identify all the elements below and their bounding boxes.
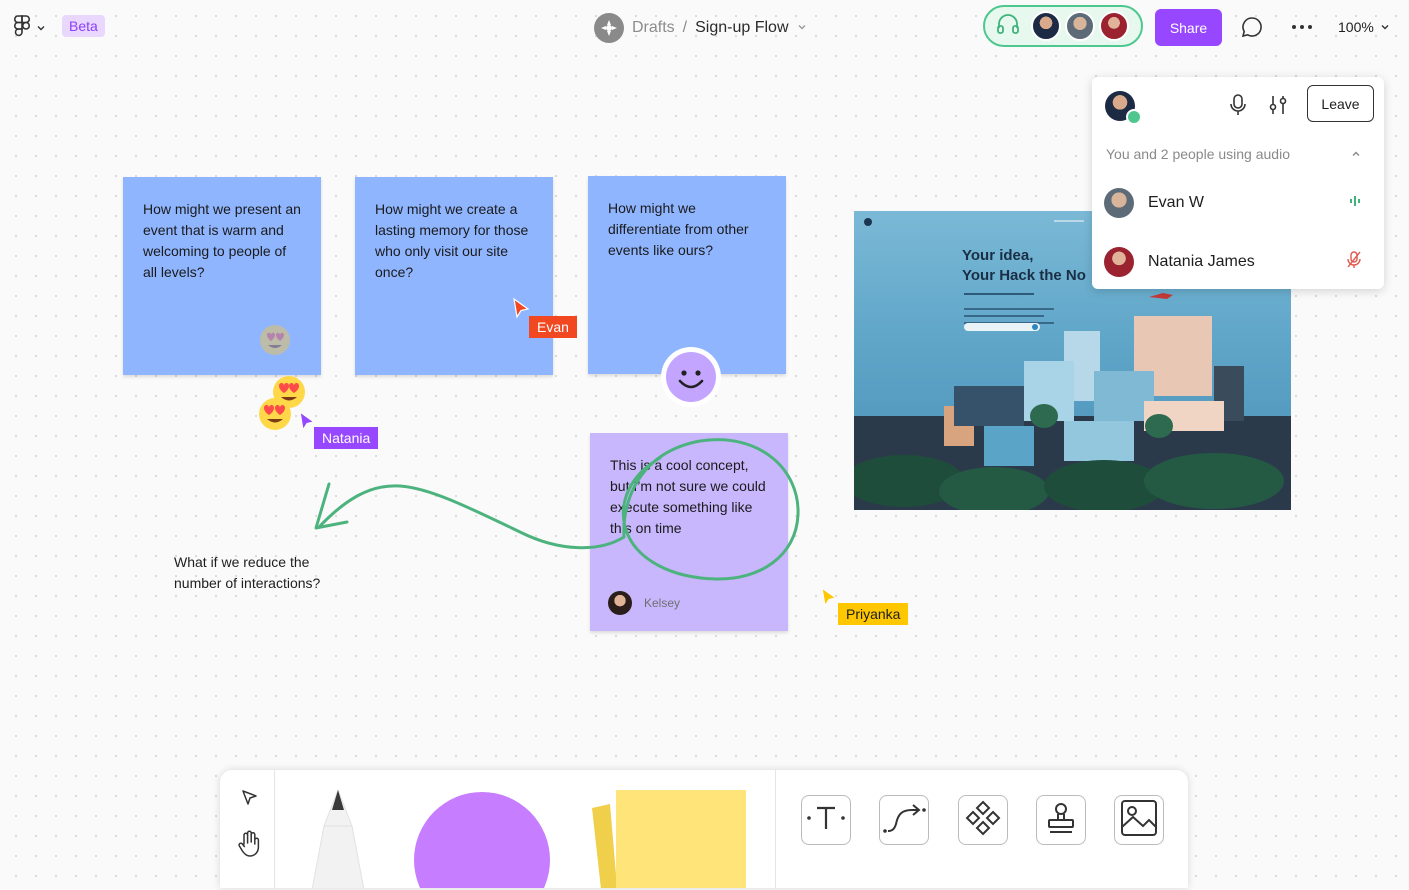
microphone-icon[interactable] <box>1228 93 1248 122</box>
bottom-toolbar <box>220 770 1188 888</box>
mockup-headline-line: Your idea, <box>962 247 1034 264</box>
audio-session-pill[interactable] <box>983 5 1143 47</box>
avatar[interactable] <box>1031 11 1061 41</box>
chevron-down-icon <box>1380 19 1390 35</box>
more-icon[interactable] <box>1290 15 1314 44</box>
comment-sticky-note[interactable]: This is a cool concept, but I’m not sure… <box>590 433 788 631</box>
avatar[interactable] <box>1099 11 1129 41</box>
comment-author: Kelsey <box>644 595 681 610</box>
mic-off-icon <box>1346 250 1362 274</box>
image-tool-button[interactable] <box>1114 795 1164 845</box>
smiley-stamp-icon <box>659 345 723 414</box>
file-name[interactable]: Sign-up Flow <box>695 19 788 37</box>
chevron-down-icon <box>36 20 46 38</box>
cursor-label-evan: Evan <box>529 316 577 338</box>
component-icon <box>963 798 1003 843</box>
sticky-note-icon[interactable] <box>588 788 758 888</box>
sticky-note[interactable]: How might we create a lasting memory for… <box>355 177 553 375</box>
audio-summary: You and 2 people using audio <box>1106 146 1290 162</box>
text-tool-button[interactable] <box>801 795 851 845</box>
chevron-down-icon[interactable] <box>797 19 807 37</box>
team-logo-icon <box>594 13 624 43</box>
stamp-tool-button[interactable] <box>1036 795 1086 845</box>
hand-icon[interactable] <box>236 830 262 863</box>
mockup-headline-line: Your Hack the No <box>962 267 1086 284</box>
beta-badge: Beta <box>62 15 105 37</box>
avatar <box>608 591 632 615</box>
cursor-label-priyanka: Priyanka <box>838 603 909 625</box>
figma-menu-icon <box>12 14 32 43</box>
component-tool-button[interactable] <box>958 795 1008 845</box>
mockup-headline: Your idea, Your Hack the No <box>962 246 1086 286</box>
leave-audio-button[interactable]: Leave <box>1307 85 1374 122</box>
sticky-text: How might we differentiate from other ev… <box>608 200 749 258</box>
heart-eyes-emoji-icon <box>257 321 293 362</box>
participant-row[interactable]: Natania James <box>1104 242 1372 282</box>
headphones-icon <box>995 12 1021 41</box>
breadcrumb-drafts[interactable]: Drafts <box>632 19 675 37</box>
audio-wave-icon <box>1348 194 1362 213</box>
breadcrumb: Drafts / Sign-up Flow <box>594 13 807 43</box>
zoom-dropdown[interactable]: 100% <box>1338 19 1390 35</box>
comment-icon[interactable] <box>1240 15 1264 44</box>
share-button[interactable]: Share <box>1155 9 1222 46</box>
main-menu-button[interactable] <box>12 14 46 43</box>
cursor-label-natania: Natania <box>314 427 379 449</box>
connector-icon <box>882 798 926 843</box>
audio-panel: Leave You and 2 people using audio Evan … <box>1092 77 1384 289</box>
participant-row[interactable]: Evan W <box>1104 183 1372 223</box>
sliders-icon[interactable] <box>1268 93 1288 122</box>
sticky-text: How might we create a lasting memory for… <box>375 201 529 280</box>
breadcrumb-separator: / <box>682 19 688 36</box>
connector-tool-button[interactable] <box>879 795 929 845</box>
text-icon <box>806 798 846 843</box>
cursor-arrow-icon <box>820 586 840 615</box>
shape-icon[interactable] <box>412 790 552 888</box>
chevron-up-icon[interactable] <box>1350 147 1362 165</box>
stamp-icon <box>1041 798 1081 843</box>
image-icon <box>1119 798 1159 843</box>
avatar <box>1104 188 1134 218</box>
sticky-text: How might we present an event that is wa… <box>143 201 301 280</box>
sticky-text: This is a cool concept, but I’m not sure… <box>610 457 766 536</box>
avatar[interactable] <box>1065 11 1095 41</box>
free-text-note[interactable]: What if we reduce the number of interact… <box>174 552 344 594</box>
speaking-indicator-icon <box>1126 109 1142 125</box>
participant-name: Natania James <box>1148 253 1255 270</box>
avatar <box>1104 247 1134 277</box>
move-cursor-icon[interactable] <box>240 788 260 813</box>
pencil-icon[interactable] <box>308 786 368 888</box>
participant-name: Evan W <box>1148 194 1205 211</box>
zoom-level: 100% <box>1338 19 1374 35</box>
